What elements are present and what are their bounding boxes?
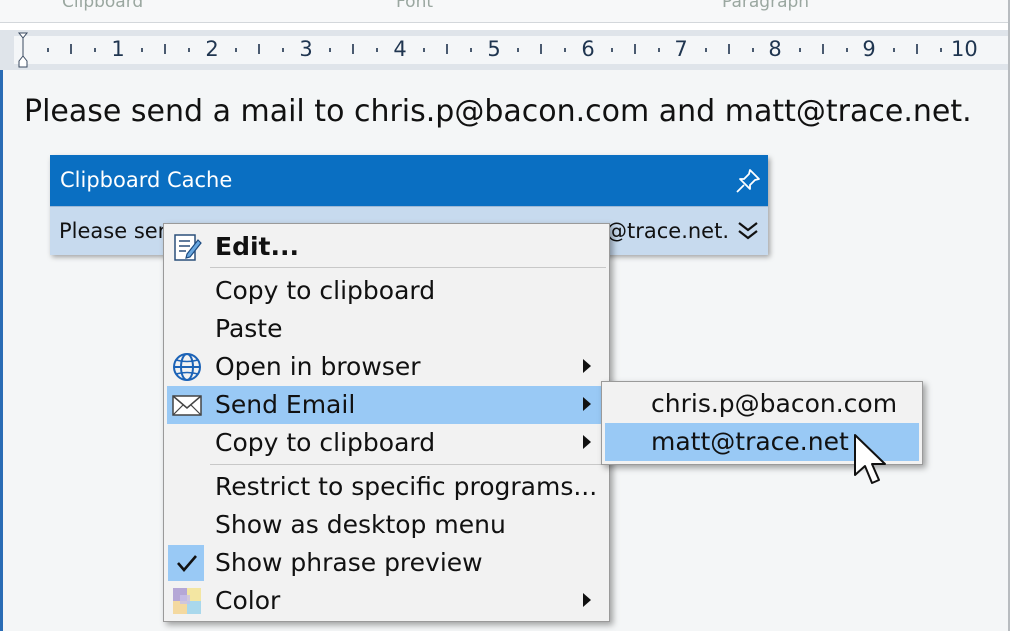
ruler[interactable]: 1 2 3 4 5 6 7 8 9 10 [0,30,1010,70]
ribbon: Clipboard Font Paragraph [0,0,1018,31]
ruler-number: 3 [299,37,313,61]
ruler-tick [846,48,848,52]
menu-item-label: Copy to clipboard [215,276,436,305]
clipboard-entry-text-start: Please sen [59,219,171,243]
envelope-icon [172,395,202,416]
ruler-tick [188,48,190,52]
submenu-item-label: matt@trace.net [651,427,849,456]
checkmark-icon [177,555,197,572]
ruler-number: 4 [393,37,407,61]
ruler-tick [141,48,143,52]
ruler-number: 10 [951,37,978,61]
menu-item-send-email[interactable]: Send Email [167,386,606,424]
menu-item-restrict-programs[interactable]: Restrict to specific programs... [167,468,606,506]
ribbon-group-font: Font [396,0,434,12]
color-palette-icon [173,588,201,614]
ruler-tick [258,44,260,54]
ruler-number: 8 [768,37,782,61]
menu-item-label: Color [215,586,281,615]
ruler-tick [728,44,730,54]
ruler-tick [822,44,824,54]
clipboard-cache-header[interactable]: Clipboard Cache [50,155,768,206]
chevron-double-down-icon[interactable] [736,221,760,241]
ruler-tick [940,48,942,52]
menu-separator [210,267,606,268]
ruler-tick [540,44,542,54]
submenu-item-label: chris.p@bacon.com [651,389,898,418]
pin-icon[interactable] [734,167,762,195]
mouse-cursor-icon [854,434,886,484]
menu-separator [210,464,606,465]
ruler-tick [235,48,237,52]
ruler-tick [282,48,284,52]
ruler-tick [70,44,72,54]
submenu-item-email[interactable]: chris.p@bacon.com [605,385,919,423]
globe-icon [173,353,201,381]
document-text[interactable]: Please send a mail to chris.p@bacon.com … [24,94,972,129]
ribbon-group-labels: Clipboard Font Paragraph [0,0,1018,12]
ruler-tick [752,48,754,52]
menu-item-label: Restrict to specific programs... [215,472,598,501]
context-menu: Edit... Copy to clipboard Paste Open in … [163,223,610,622]
document-left-border [0,70,3,631]
clipboard-entry-text-end: @trace.net. [606,219,730,243]
menu-item-label: Send Email [215,390,356,419]
ruler-tick [564,48,566,52]
ruler-tick [470,48,472,52]
menu-item-copy-to-clipboard-submenu[interactable]: Copy to clipboard [167,424,606,462]
menu-item-label: Edit... [215,232,299,261]
clipboard-cache-title: Clipboard Cache [60,168,233,192]
ruler-tick [94,48,96,52]
ruler-tick [352,44,354,54]
menu-item-label: Copy to clipboard [215,428,436,457]
menu-item-open-in-browser[interactable]: Open in browser [167,348,606,386]
ruler-tick [916,44,918,54]
ruler-number: 2 [205,37,219,61]
ruler-tick [634,44,636,54]
ruler-tick [423,48,425,52]
ruler-tick [611,48,613,52]
ruler-tick [446,44,448,54]
menu-item-label: Open in browser [215,352,421,381]
ruler-tick [517,48,519,52]
menu-item-edit[interactable]: Edit... [167,228,606,266]
submenu-arrow-icon [583,397,591,411]
submenu-arrow-icon [583,359,591,373]
ruler-number: 5 [487,37,501,61]
submenu-arrow-icon [583,435,591,449]
menu-item-show-desktop-menu[interactable]: Show as desktop menu [167,506,606,544]
edit-icon [174,234,202,261]
ruler-tick [376,48,378,52]
menu-item-color[interactable]: Color [167,582,606,620]
ruler-tick [47,48,49,52]
submenu-arrow-icon [583,593,591,607]
ruler-number: 9 [862,37,876,61]
menu-item-paste[interactable]: Paste [167,310,606,348]
menu-item-label: Paste [215,314,283,343]
ruler-tick [329,48,331,52]
ruler-number: 1 [111,37,125,61]
ruler-number: 6 [581,37,595,61]
ruler-number: 7 [674,37,688,61]
window-right-edge [1008,0,1018,631]
ruler-tick [893,48,895,52]
ruler-tick [705,48,707,52]
ruler-tick [799,48,801,52]
menu-item-label: Show phrase preview [215,548,483,577]
ribbon-group-clipboard: Clipboard [62,0,144,12]
menu-item-show-phrase-preview[interactable]: Show phrase preview [167,544,606,582]
menu-item-copy-to-clipboard[interactable]: Copy to clipboard [167,272,606,310]
ruler-tick [164,44,166,54]
indent-marker-icon[interactable] [17,32,29,70]
menu-item-label: Show as desktop menu [215,510,506,539]
ruler-tick [658,48,660,52]
ribbon-group-paragraph: Paragraph [722,0,810,12]
